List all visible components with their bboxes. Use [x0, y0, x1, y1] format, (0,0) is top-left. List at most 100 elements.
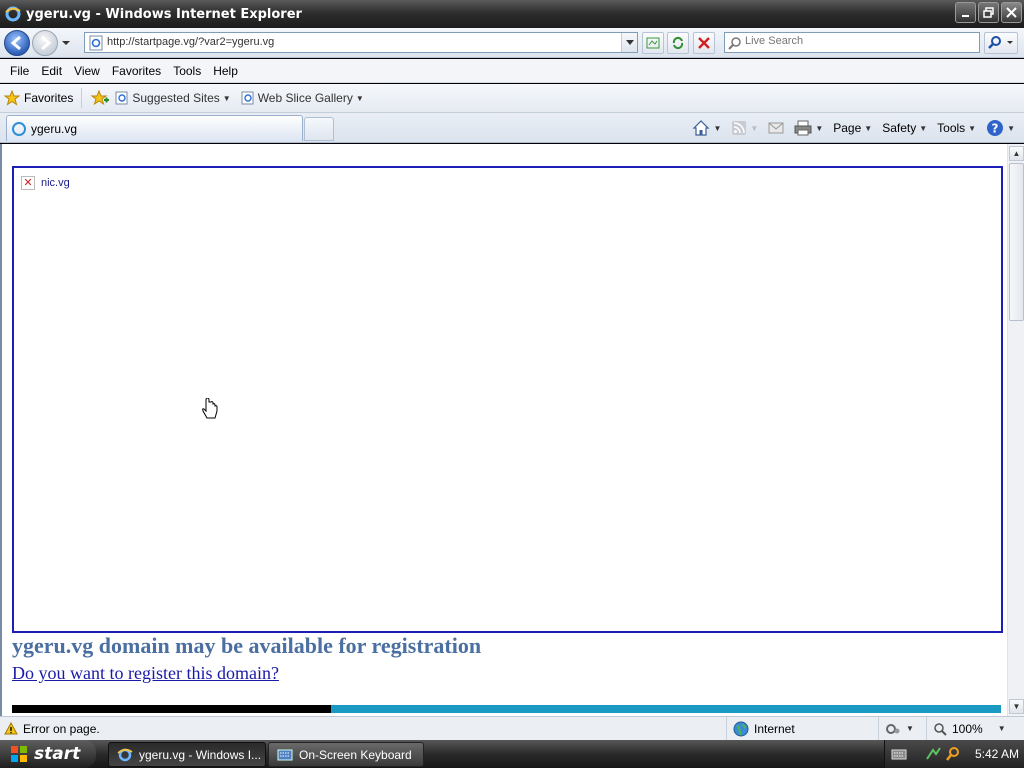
search-box[interactable] [724, 32, 980, 53]
printer-icon [794, 120, 812, 136]
zoom-button[interactable]: 100% ▼ [926, 716, 1024, 741]
restore-icon [983, 7, 994, 18]
system-tray: 5:42 AM [884, 740, 1024, 768]
forward-arrow-icon [41, 35, 52, 51]
close-button[interactable] [1001, 2, 1022, 23]
keyboard-icon [277, 749, 293, 760]
scroll-down-button[interactable]: ▼ [1009, 699, 1024, 714]
zoom-icon [934, 722, 947, 736]
add-to-favorites-icon[interactable] [90, 89, 110, 107]
suggested-sites-label: Suggested Sites [132, 91, 220, 105]
taskbar-item-keyboard[interactable]: On-Screen Keyboard [268, 742, 424, 767]
taskbar-item-ie[interactable]: ygeru.vg - Windows I... [108, 742, 266, 767]
safety-menu-button[interactable]: Safety ▼ [879, 121, 930, 135]
gear-icon [886, 723, 900, 734]
title-bar: ygeru.vg - Windows Internet Explorer [0, 0, 1024, 28]
menu-bar: File Edit View Favorites Tools Help [0, 59, 1024, 83]
refresh-button[interactable] [667, 32, 689, 54]
hand-cursor-icon [202, 398, 218, 419]
window-title: ygeru.vg - Windows Internet Explorer [26, 6, 302, 22]
taskbar-item-keyboard-label: On-Screen Keyboard [299, 747, 412, 762]
recent-pages-dropdown[interactable] [61, 38, 71, 48]
content-frame: ✕ nic.vg [12, 166, 1003, 633]
help-button[interactable]: ? ▼ [983, 119, 1018, 137]
address-bar[interactable]: http://startpage.vg/?var2=ygeru.vg [84, 32, 638, 53]
search-icon [728, 37, 741, 50]
help-icon: ? [987, 120, 1004, 136]
rss-feed-icon [732, 121, 747, 135]
chevron-down-icon[interactable]: ▼ [713, 124, 721, 133]
refresh-icon [672, 36, 684, 50]
page-content: ✕ nic.vg ygeru.vg domain may be availabl… [0, 144, 1024, 716]
chevron-down-icon: ▼ [997, 724, 1006, 733]
address-dropdown-button[interactable] [621, 33, 637, 52]
tab-title: ygeru.vg [31, 121, 78, 136]
favorites-label: Favorites [24, 91, 74, 105]
star-icon [4, 90, 20, 106]
page-icon [89, 35, 103, 51]
ie-page-icon [115, 91, 128, 105]
search-tray-icon[interactable] [945, 746, 961, 762]
stop-icon [698, 37, 710, 49]
back-button[interactable] [4, 30, 30, 56]
search-icon [988, 36, 1013, 49]
vertical-scrollbar[interactable]: ▲ ▼ [1007, 144, 1024, 716]
color-band-black [12, 705, 331, 713]
new-tab-button[interactable] [304, 117, 334, 141]
warning-icon [4, 722, 18, 735]
print-button[interactable]: ▼ [791, 120, 826, 136]
suggested-sites-link[interactable]: Suggested Sites ▼ [110, 91, 235, 105]
broken-image[interactable]: ✕ nic.vg [21, 176, 70, 190]
command-bar: ▼ ▼ ▼ Page ▼ Safety ▼ Tools ▼ ? ▼ [689, 117, 1018, 139]
ie-page-icon [241, 91, 254, 105]
scrollbar-thumb[interactable] [1009, 163, 1024, 321]
chevron-down-icon: ▼ [968, 123, 977, 133]
minimize-button[interactable] [955, 2, 976, 23]
start-button[interactable]: start [0, 740, 96, 768]
security-zone: Internet [726, 716, 878, 741]
separator [81, 88, 83, 108]
read-mail-button[interactable] [765, 121, 787, 135]
protected-mode-button[interactable]: ▼ [878, 716, 926, 741]
web-slice-gallery-link[interactable]: Web Slice Gallery ▼ [236, 91, 369, 105]
scroll-up-button[interactable]: ▲ [1009, 146, 1024, 161]
tab-ygeru[interactable]: ygeru.vg [6, 115, 303, 141]
feeds-button[interactable]: ▼ [728, 120, 761, 136]
chevron-down-icon [625, 39, 634, 45]
broken-image-icon: ✕ [21, 176, 35, 190]
ie-logo-icon [117, 748, 133, 761]
chevron-down-icon[interactable]: ▼ [815, 124, 823, 133]
page-menu-button[interactable]: Page ▼ [830, 121, 875, 135]
compatibility-icon [646, 37, 660, 49]
clock[interactable]: 5:42 AM [975, 747, 1019, 761]
tools-menu-button[interactable]: Tools ▼ [934, 121, 979, 135]
menu-view[interactable]: View [68, 64, 106, 78]
compatibility-view-button[interactable] [642, 32, 664, 54]
menu-help[interactable]: Help [207, 64, 244, 78]
tab-row: ygeru.vg ▼ ▼ ▼ Page ▼ Safety ▼ Tools ▼ ?… [0, 113, 1024, 143]
chevron-down-icon: ▼ [919, 123, 928, 133]
network-icon[interactable] [925, 746, 943, 762]
navigation-bar: http://startpage.vg/?var2=ygeru.vg [0, 28, 1024, 58]
address-url[interactable]: http://startpage.vg/?var2=ygeru.vg [107, 36, 274, 48]
search-input[interactable] [745, 35, 975, 47]
ie-logo-icon [5, 6, 21, 22]
chevron-down-icon: ▼ [355, 93, 364, 103]
menu-edit[interactable]: Edit [35, 64, 68, 78]
close-icon [1006, 7, 1017, 18]
menu-tools[interactable]: Tools [167, 64, 207, 78]
forward-button[interactable] [32, 30, 58, 56]
home-button[interactable]: ▼ [689, 119, 724, 137]
register-domain-link[interactable]: Do you want to register this domain? [12, 663, 279, 684]
error-status[interactable]: Error on page. [0, 722, 726, 736]
restore-button[interactable] [978, 2, 999, 23]
menu-favorites[interactable]: Favorites [106, 64, 167, 78]
safety-menu-label: Safety [882, 121, 917, 135]
keyboard-tray-icon[interactable] [891, 747, 907, 761]
favorites-button[interactable]: Favorites [0, 90, 77, 106]
stop-button[interactable] [693, 32, 715, 54]
search-go-button[interactable] [984, 32, 1018, 54]
status-bar: Error on page. Internet ▼ 100% ▼ [0, 716, 1024, 741]
zoom-level: 100% [952, 721, 983, 736]
menu-file[interactable]: File [4, 64, 35, 78]
